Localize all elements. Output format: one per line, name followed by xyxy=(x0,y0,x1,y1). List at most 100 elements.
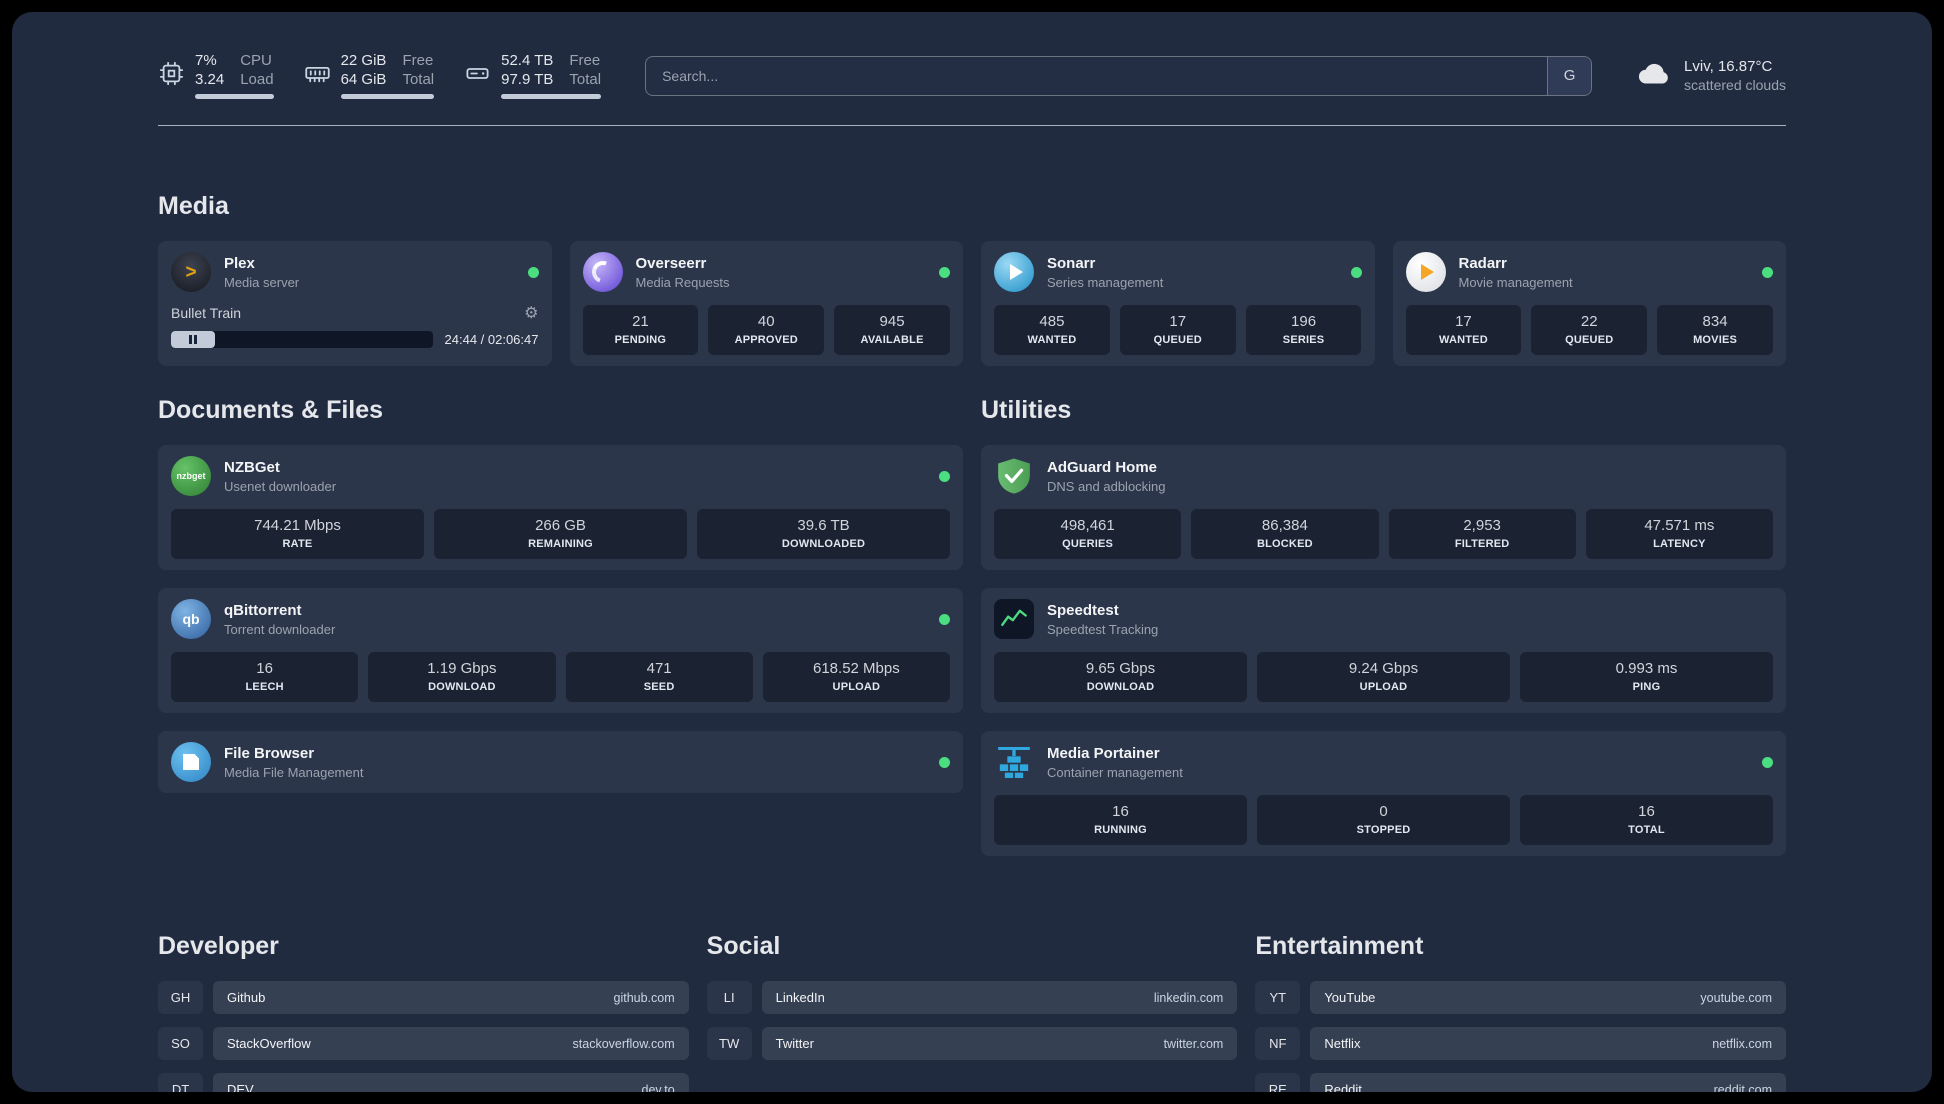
stat-label: WANTED xyxy=(1438,334,1488,346)
disk-total-value: 97.9 TB xyxy=(501,71,554,88)
cpu-usage-bar xyxy=(195,94,274,99)
service-card-plex[interactable]: > Plex Media server Bullet Train ⚙ 24:44… xyxy=(158,241,552,366)
radarr-icon xyxy=(1405,252,1446,292)
cpu-texts: 7% CPU 3.24 Load xyxy=(195,52,274,99)
disk-icon xyxy=(464,60,491,92)
stat-label: AVAILABLE xyxy=(860,334,924,346)
bookmark-stackoverflow[interactable]: SO StackOverflow stackoverflow.com xyxy=(158,1027,689,1060)
bookmark-abbr: YT xyxy=(1255,981,1301,1014)
bookmark-abbr: RE xyxy=(1255,1073,1301,1092)
stat-label: BLOCKED xyxy=(1256,538,1313,550)
bookmark-name: Twitter xyxy=(775,1036,814,1051)
stat-value: 9.65 Gbps xyxy=(1085,660,1156,677)
stat-box: 17 QUEUED xyxy=(1119,305,1236,355)
filebrowser-icon xyxy=(171,742,211,782)
stat-box: 945 AVAILABLE xyxy=(834,305,950,355)
weather-widget: Lviv, 16.87°C scattered clouds xyxy=(1636,55,1786,96)
service-card-radarr[interactable]: Radarr Movie management 17 WANTED 22 QUE… xyxy=(1392,241,1786,366)
media-player: 24:44 / 02:06:47 xyxy=(171,331,539,348)
section-title-documents: Documents & Files xyxy=(158,396,384,424)
stat-label: APPROVED xyxy=(734,334,798,346)
bookmarks-social: Social LI LinkedIn linkedin.com TW Twitt… xyxy=(706,932,1238,1073)
memory-total-label: Total xyxy=(402,71,435,88)
bookmark-twitter[interactable]: TW Twitter twitter.com xyxy=(706,1027,1238,1060)
search-provider-button[interactable]: G xyxy=(1547,56,1592,95)
bookmark-dev[interactable]: DT DEV dev.to xyxy=(158,1073,689,1092)
gear-icon[interactable]: ⚙ xyxy=(524,303,538,323)
stat-value: 16 xyxy=(256,660,273,677)
bookmark-url: stackoverflow.com xyxy=(572,1036,675,1051)
bookmarks-entertainment: Entertainment YT YouTube youtube.com NF … xyxy=(1255,932,1786,1092)
status-dot xyxy=(1350,266,1362,278)
stat-box: 39.6 TB DOWNLOADED xyxy=(697,509,950,559)
cpu-load-value: 3.24 xyxy=(195,71,225,88)
stat-label: UPLOAD xyxy=(832,681,881,693)
bookmark-abbr: TW xyxy=(706,1027,752,1060)
disk-total-label: Total xyxy=(569,71,602,88)
bookmark-name: Github xyxy=(227,990,266,1005)
service-card-portainer[interactable]: Media Portainer Container management 16 … xyxy=(981,731,1786,856)
stat-label: WANTED xyxy=(1027,334,1077,346)
status-dot xyxy=(939,470,950,482)
service-desc: Torrent downloader xyxy=(224,621,336,637)
stat-box: 471 SEED xyxy=(565,652,753,702)
bookmark-github[interactable]: GH Github github.com xyxy=(158,981,689,1014)
memory-total-value: 64 GiB xyxy=(340,71,387,88)
bookmarks-developer: Developer GH Github github.com SO StackO… xyxy=(158,932,689,1092)
service-desc: Media server xyxy=(224,274,300,290)
stat-box: 40 APPROVED xyxy=(708,305,825,355)
stat-value: 39.6 TB xyxy=(797,517,850,534)
service-card-filebrowser[interactable]: File Browser Media File Management xyxy=(158,731,963,793)
stat-value: 1.19 Gbps xyxy=(427,660,497,677)
service-card-speedtest[interactable]: Speedtest Speedtest Tracking 9.65 Gbps D… xyxy=(981,588,1786,713)
header-divider xyxy=(158,125,1786,126)
bookmark-netflix[interactable]: NF Netflix netflix.com xyxy=(1255,1027,1786,1060)
dashboard-content: 7% CPU 3.24 Load 22 GiB Free 64 GiB Tota… xyxy=(158,12,1786,1092)
bookmark-linkedin[interactable]: LI LinkedIn linkedin.com xyxy=(706,981,1238,1014)
bookmark-reddit[interactable]: RE Reddit reddit.com xyxy=(1255,1073,1786,1092)
bookmark-youtube[interactable]: YT YouTube youtube.com xyxy=(1255,981,1786,1014)
section-title-social: Social xyxy=(706,932,781,960)
section-title-entertainment: Entertainment xyxy=(1255,932,1424,960)
disk-free-value: 52.4 TB xyxy=(501,52,554,69)
service-card-adguard[interactable]: AdGuard Home DNS and adblocking 498,461 … xyxy=(981,445,1786,570)
service-card-nzbget[interactable]: nzbget NZBGet Usenet downloader 744.21 M… xyxy=(158,445,963,570)
disk-usage-bar xyxy=(501,94,602,99)
stat-box: 744.21 Mbps RATE xyxy=(171,509,424,559)
memory-free-value: 22 GiB xyxy=(340,52,387,69)
stat-box: 21 PENDING xyxy=(582,305,699,355)
memory-texts: 22 GiB Free 64 GiB Total xyxy=(340,52,435,99)
portainer-icon xyxy=(994,742,1034,782)
bookmark-abbr: SO xyxy=(158,1027,203,1060)
service-name: NZBGet xyxy=(224,458,280,476)
status-dot xyxy=(1762,756,1773,768)
search-input[interactable] xyxy=(645,55,1593,96)
service-desc: Media File Management xyxy=(224,764,364,780)
stat-box: 196 SERIES xyxy=(1245,305,1362,355)
documents-column: Documents & Files nzbget NZBGet Usenet d… xyxy=(158,396,963,811)
stat-label: LEECH xyxy=(245,681,284,693)
service-desc: Movie management xyxy=(1458,274,1573,290)
adguard-icon xyxy=(994,456,1034,496)
service-card-qbittorrent[interactable]: qb qBittorrent Torrent downloader 16 LEE… xyxy=(158,588,963,713)
memory-free-label: Free xyxy=(402,52,434,69)
stat-value: 16 xyxy=(1112,803,1129,820)
cloud-icon xyxy=(1636,55,1672,96)
service-desc: Series management xyxy=(1047,274,1164,290)
stat-label: SEED xyxy=(643,681,675,693)
stat-value: 22 xyxy=(1580,313,1598,330)
stat-value: 86,384 xyxy=(1261,517,1308,534)
cpu-load-label: Load xyxy=(240,71,274,88)
now-playing-row: Bullet Train ⚙ xyxy=(171,303,539,323)
memory-icon xyxy=(304,60,331,92)
service-name: AdGuard Home xyxy=(1047,458,1158,476)
stat-value: 945 xyxy=(879,313,905,330)
stat-value: 834 xyxy=(1702,313,1728,330)
service-card-overseerr[interactable]: Overseerr Media Requests 21 PENDING 40 A… xyxy=(569,241,963,366)
service-desc: Media Requests xyxy=(635,274,730,290)
stat-box: 1.19 Gbps DOWNLOAD xyxy=(368,652,556,702)
service-card-sonarr[interactable]: Sonarr Series management 485 WANTED 17 Q… xyxy=(981,241,1375,366)
two-column-area: Documents & Files nzbget NZBGet Usenet d… xyxy=(158,396,1786,874)
stat-label: DOWNLOAD xyxy=(1086,681,1155,693)
stat-value: 471 xyxy=(646,660,672,677)
